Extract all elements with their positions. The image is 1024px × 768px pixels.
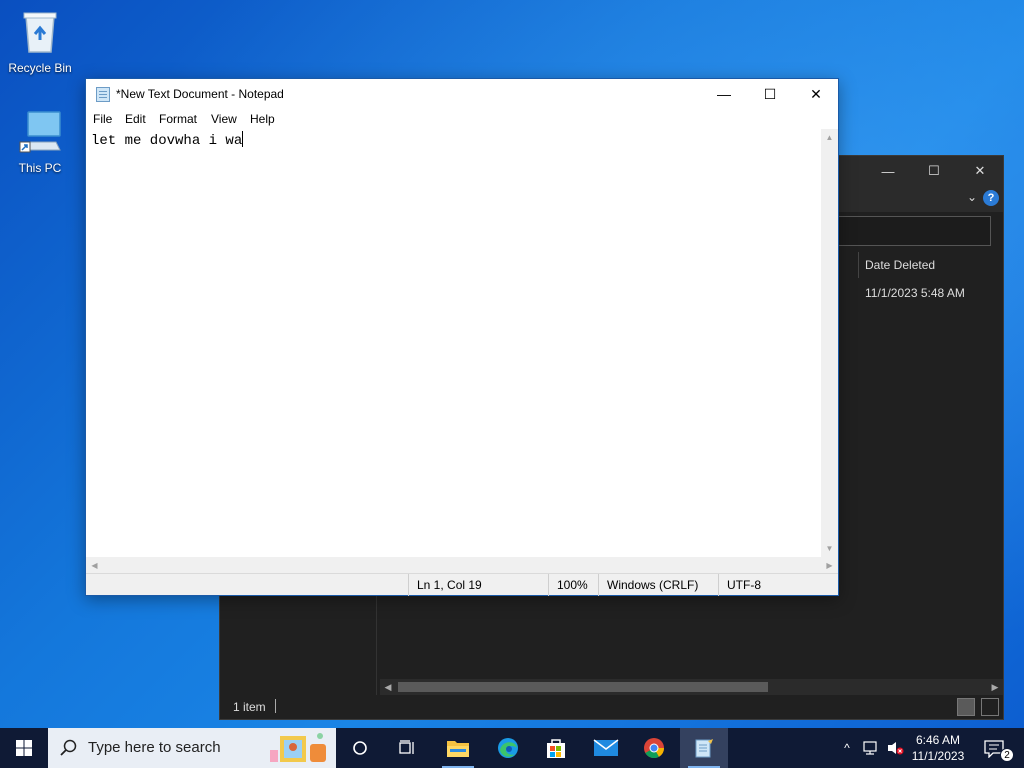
maximize-icon[interactable]: ☐	[911, 156, 957, 186]
network-icon	[863, 741, 877, 755]
clock-time: 6:46 AM	[915, 733, 961, 747]
status-cursor-position: Ln 1, Col 19	[408, 574, 548, 596]
text-caret	[242, 131, 244, 147]
scroll-up-icon[interactable]: ▲	[821, 129, 838, 146]
clock-date: 11/1/2023	[911, 749, 965, 763]
taskbar: Type here to search ^ 6:46 AM 11/1/2023 …	[0, 728, 1024, 768]
search-icon	[60, 739, 77, 756]
window-title: *New Text Document - Notepad	[116, 87, 284, 101]
action-center-button[interactable]: 2	[978, 728, 1018, 768]
computer-icon	[19, 111, 61, 153]
document-text: let me dovwha i wa	[91, 133, 243, 149]
notepad-icon	[96, 87, 110, 102]
scroll-left-icon[interactable]: ◀	[380, 679, 396, 695]
explorer-horizontal-scrollbar[interactable]: ◀ ▶	[380, 679, 1003, 695]
recycle-bin-icon	[23, 12, 57, 53]
task-view-button[interactable]	[384, 728, 432, 768]
details-view-icon[interactable]	[957, 698, 975, 716]
minimize-icon[interactable]: —	[701, 79, 747, 109]
recycle-bin-label: Recycle Bin	[8, 61, 72, 75]
this-pc-label: This PC	[18, 161, 62, 175]
cortana-icon	[353, 741, 367, 755]
horizontal-scrollbar[interactable]: ◀ ▶	[86, 557, 838, 574]
chevron-up-icon: ^	[844, 741, 850, 755]
maximize-icon[interactable]: ☐	[747, 79, 793, 109]
store-icon	[547, 739, 565, 758]
notepad-statusbar: Ln 1, Col 19 100% Windows (CRLF) UTF-8	[86, 573, 838, 596]
taskbar-clock[interactable]: 6:46 AM 11/1/2023	[908, 732, 968, 764]
menu-help[interactable]: Help	[250, 112, 275, 126]
show-hidden-icons[interactable]: ^	[836, 728, 858, 768]
status-zoom: 100%	[548, 574, 598, 596]
folder-icon	[447, 741, 469, 757]
scrollbar-thumb[interactable]	[398, 682, 768, 692]
notification-count-badge: 2	[1000, 748, 1014, 762]
large-icons-view-icon[interactable]	[981, 698, 999, 716]
minimize-icon[interactable]: —	[865, 156, 911, 186]
volume-muted-icon	[888, 742, 904, 755]
notepad-window: *New Text Document - Notepad — ☐ ✕ File …	[85, 78, 839, 596]
menu-format[interactable]: Format	[159, 112, 197, 126]
cortana-button[interactable]	[336, 728, 384, 768]
chevron-down-icon[interactable]: ⌄	[967, 190, 977, 204]
explorer-search-input[interactable]	[831, 216, 991, 246]
taskbar-microsoft-store[interactable]	[532, 728, 580, 768]
desktop-icon-this-pc[interactable]: This PC	[2, 108, 78, 175]
text-editor-area[interactable]: let me dovwha i wa	[86, 129, 838, 557]
taskbar-chrome[interactable]	[630, 728, 678, 768]
table-cell-date-deleted[interactable]: 11/1/2023 5:48 AM	[865, 286, 965, 300]
help-icon[interactable]: ?	[983, 190, 999, 206]
vertical-scrollbar[interactable]: ▲ ▼	[821, 129, 838, 557]
mail-icon	[593, 739, 619, 756]
windows-logo-icon	[16, 740, 32, 756]
close-icon[interactable]: ✕	[793, 79, 839, 109]
menu-view[interactable]: View	[211, 112, 237, 126]
menu-edit[interactable]: Edit	[125, 112, 146, 126]
close-icon[interactable]: ✕	[957, 156, 1003, 186]
notepad-titlebar[interactable]: *New Text Document - Notepad — ☐ ✕	[86, 79, 838, 109]
scroll-left-icon[interactable]: ◀	[86, 557, 103, 574]
scroll-right-icon[interactable]: ▶	[821, 557, 838, 574]
taskbar-file-explorer[interactable]	[434, 728, 482, 768]
item-count: 1 item	[233, 700, 266, 714]
taskbar-mail[interactable]	[582, 728, 630, 768]
taskbar-notepad[interactable]	[680, 728, 728, 768]
volume-status[interactable]	[884, 728, 906, 768]
column-header-date-deleted[interactable]: Date Deleted	[858, 252, 935, 278]
scroll-right-icon[interactable]: ▶	[987, 679, 1003, 695]
scroll-down-icon[interactable]: ▼	[821, 540, 838, 557]
search-placeholder: Type here to search	[88, 739, 221, 756]
network-status[interactable]	[860, 728, 882, 768]
menu-file[interactable]: File	[93, 112, 112, 126]
edge-icon	[498, 738, 518, 758]
status-separator	[275, 699, 276, 713]
menu-bar: File Edit Format View Help	[86, 109, 838, 129]
explorer-statusbar: 1 item	[220, 695, 1003, 719]
chrome-icon	[644, 738, 665, 759]
taskbar-search-box[interactable]: Type here to search	[48, 728, 336, 768]
task-view-icon	[399, 740, 414, 754]
desktop-icon-recycle-bin[interactable]: Recycle Bin	[2, 8, 78, 75]
status-line-ending: Windows (CRLF)	[598, 574, 718, 596]
search-highlight-illustration-icon	[270, 733, 326, 762]
notepad-icon	[695, 739, 713, 758]
start-button[interactable]	[0, 728, 48, 768]
status-encoding: UTF-8	[718, 574, 838, 596]
taskbar-edge[interactable]	[484, 728, 532, 768]
